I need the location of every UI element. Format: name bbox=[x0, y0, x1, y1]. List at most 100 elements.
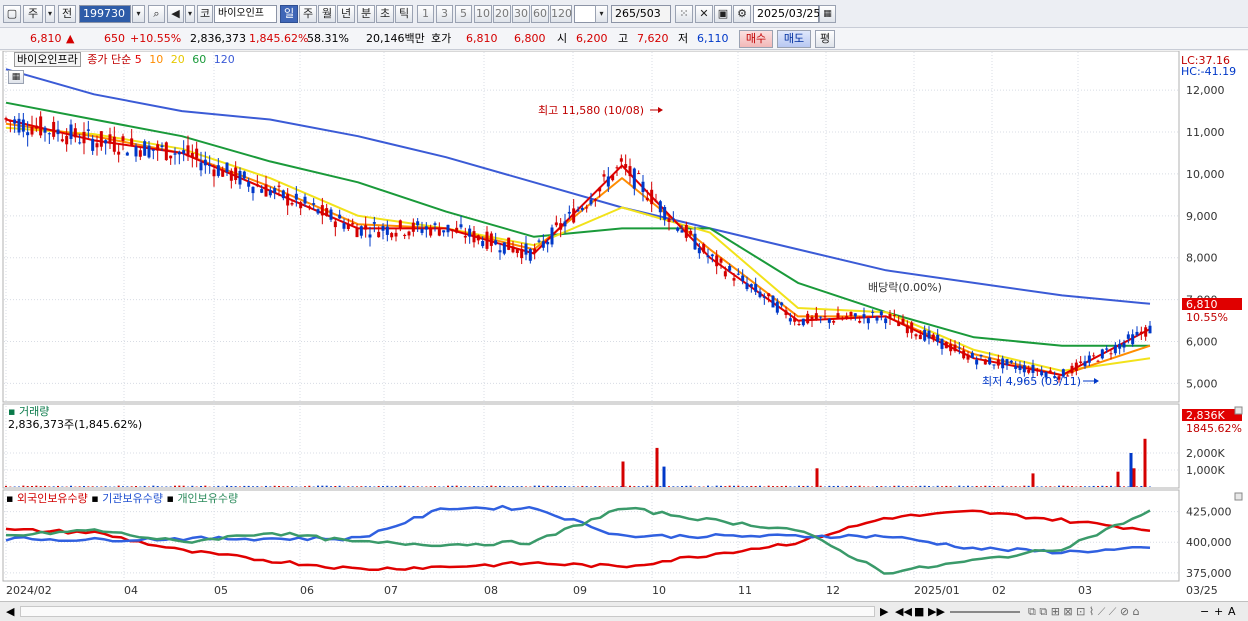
period-tab-day[interactable]: 일 bbox=[280, 5, 298, 23]
candle-body bbox=[1139, 331, 1143, 335]
speaker-dropdown-icon[interactable]: ▾ bbox=[185, 5, 195, 23]
interval-3[interactable]: 3 bbox=[436, 5, 453, 23]
candle-body bbox=[502, 242, 506, 254]
volume-bar bbox=[520, 486, 523, 487]
interval-dropdown-icon[interactable]: ▾ bbox=[595, 5, 608, 23]
volume-bar bbox=[117, 485, 120, 487]
candle-body bbox=[1105, 348, 1109, 350]
code-dropdown-icon[interactable]: ▾ bbox=[132, 5, 145, 23]
volume-bar bbox=[629, 485, 631, 487]
interval-20[interactable]: 20 bbox=[493, 5, 511, 23]
interval-120[interactable]: 120 bbox=[550, 5, 572, 23]
period-tab-second[interactable]: 초 bbox=[376, 5, 394, 23]
volume-bar bbox=[1088, 486, 1091, 487]
period-tab-week[interactable]: 주 bbox=[299, 5, 317, 23]
candle-body bbox=[970, 352, 974, 358]
candle-body bbox=[316, 209, 320, 214]
up-arrow-icon: ▲ bbox=[66, 32, 75, 45]
buy-button[interactable]: 매수 bbox=[739, 30, 773, 48]
window-icon[interactable]: ▢ bbox=[3, 5, 21, 23]
volume-bar bbox=[460, 486, 462, 487]
candle-body bbox=[394, 232, 398, 237]
interval-60[interactable]: 60 bbox=[531, 5, 549, 23]
stock-code-input[interactable]: 199730 bbox=[79, 5, 131, 23]
chart-area[interactable]: 12,00011,00010,0009,0008,0007,0006,0005,… bbox=[0, 50, 1248, 601]
candle-body bbox=[910, 322, 914, 333]
stock-chart[interactable]: 12,00011,00010,0009,0008,0007,0006,0005,… bbox=[0, 50, 1248, 601]
period-tab-month[interactable]: 월 bbox=[318, 5, 336, 23]
volume-bar bbox=[793, 486, 796, 487]
candle-body bbox=[983, 359, 987, 365]
volume-bar bbox=[48, 486, 51, 487]
volume-bar bbox=[234, 486, 237, 487]
interval-30[interactable]: 30 bbox=[512, 5, 530, 23]
chart-tools-icons[interactable]: ⧉ ⧉ ⊞ ⊠ ⊡ ⌇ ⟋ ⟋ ⊘ ⌂ bbox=[1028, 604, 1140, 620]
volume-bar bbox=[538, 485, 540, 487]
volume-bar bbox=[22, 485, 25, 487]
date-input[interactable]: 2025/03/25 bbox=[753, 5, 820, 23]
candle-body bbox=[65, 135, 69, 145]
candle-body bbox=[1035, 369, 1039, 372]
rewind-icon[interactable]: ◀◀ bbox=[895, 604, 912, 620]
candle-body bbox=[784, 310, 788, 315]
calendar-icon[interactable]: ▦ bbox=[819, 5, 836, 23]
volume-panel-close-icon[interactable] bbox=[1234, 406, 1243, 415]
volume-bar bbox=[598, 486, 601, 487]
stop-icon[interactable]: ■ bbox=[914, 604, 924, 620]
candle-body bbox=[1135, 331, 1139, 336]
auto-scale-icon[interactable]: A bbox=[1228, 604, 1236, 620]
volume-bar bbox=[130, 486, 133, 487]
candle-body bbox=[385, 226, 389, 235]
sell-button[interactable]: 매도 bbox=[777, 30, 811, 48]
mode-dropdown-icon[interactable]: ▾ bbox=[45, 5, 55, 23]
interval-5[interactable]: 5 bbox=[455, 5, 472, 23]
speaker-icon[interactable]: ◀ bbox=[167, 5, 184, 23]
interval-1[interactable]: 1 bbox=[417, 5, 434, 23]
period-tab-tick[interactable]: 틱 bbox=[395, 5, 413, 23]
volume-bar bbox=[720, 485, 722, 487]
candle-body bbox=[407, 231, 411, 236]
candle-body bbox=[749, 284, 753, 287]
eval-button[interactable]: 평 bbox=[815, 30, 835, 48]
period-tab-minute[interactable]: 분 bbox=[357, 5, 375, 23]
gear-icon[interactable]: ⚙ bbox=[733, 5, 751, 23]
interval-10[interactable]: 10 bbox=[474, 5, 492, 23]
volume-bar bbox=[152, 485, 155, 487]
candle-body bbox=[524, 243, 528, 255]
stock-name-tag[interactable]: 바이오인프라 bbox=[14, 52, 81, 67]
search-icon[interactable]: ⌕ bbox=[148, 5, 165, 23]
calculator-icon[interactable]: ▦ bbox=[8, 70, 24, 84]
candle-body bbox=[663, 207, 667, 220]
prev-button[interactable]: 전 bbox=[58, 5, 76, 23]
zoom-slider[interactable] bbox=[950, 611, 1020, 613]
x-axis-label: 03 bbox=[1078, 584, 1092, 597]
forward-icon[interactable]: ▶▶ bbox=[928, 604, 945, 620]
candle-body bbox=[1009, 360, 1013, 363]
candle-body bbox=[26, 132, 30, 136]
volume-bar bbox=[451, 485, 454, 487]
volume-bar bbox=[776, 486, 779, 487]
candle-body bbox=[481, 241, 485, 247]
volume-bar bbox=[182, 485, 185, 487]
horizontal-scrollbar[interactable] bbox=[20, 606, 875, 617]
scroll-right-icon[interactable]: ▶ bbox=[880, 604, 888, 620]
period-tab-year[interactable]: 년 bbox=[337, 5, 355, 23]
exchange-button[interactable]: 코 bbox=[197, 5, 213, 23]
holdings-panel-close-icon[interactable] bbox=[1234, 492, 1243, 501]
candle-body bbox=[966, 354, 970, 360]
candle-body bbox=[242, 171, 246, 179]
scroll-left-icon[interactable]: ◀ bbox=[6, 604, 14, 620]
candle-body bbox=[1096, 360, 1100, 362]
mode-button[interactable]: 주 bbox=[23, 5, 43, 23]
save-icon[interactable]: ▣ bbox=[714, 5, 732, 23]
candle-body bbox=[268, 190, 272, 196]
cross-icon[interactable]: ✕ bbox=[695, 5, 713, 23]
volume-value: 2,836,373 bbox=[190, 32, 246, 45]
zoom-in-icon[interactable]: + bbox=[1214, 604, 1223, 620]
volume-bar bbox=[356, 486, 358, 487]
grid-icon[interactable]: ⁙ bbox=[675, 5, 693, 23]
zoom-out-icon[interactable]: − bbox=[1200, 604, 1209, 620]
volume-bar bbox=[889, 486, 891, 487]
count-field[interactable]: 265/503 bbox=[611, 5, 671, 23]
volume-spike-bar bbox=[1116, 471, 1120, 487]
